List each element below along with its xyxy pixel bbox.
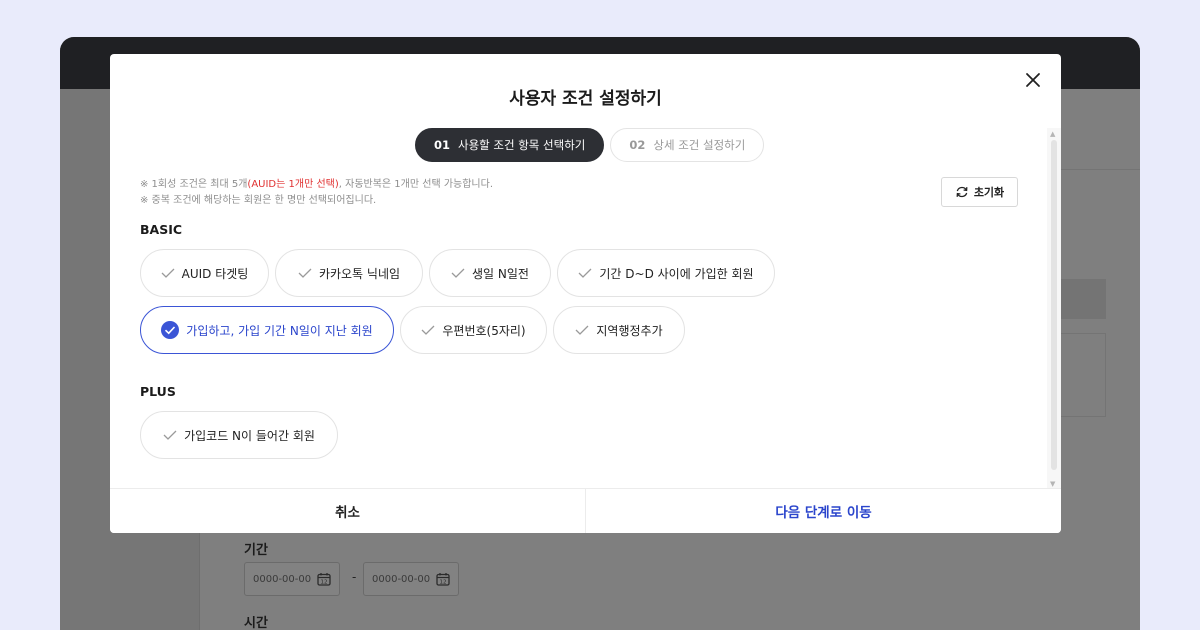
scrollbar[interactable]: ▲ ▼ xyxy=(1047,128,1061,490)
calendar-day: 12 xyxy=(321,580,328,586)
scroll-thumb[interactable] xyxy=(1051,140,1057,470)
chip-postal-code[interactable]: 우편번호(5자리) xyxy=(400,306,547,354)
chip-label: 지역행정추가 xyxy=(596,323,663,338)
calendar-icon: 12 xyxy=(317,573,331,586)
chip-label: 가입하고, 가입 기간 N일이 지난 회원 xyxy=(186,323,373,338)
chip-label: 기간 D~D 사이에 가입한 회원 xyxy=(599,266,754,281)
reset-button[interactable]: 초기화 xyxy=(941,177,1018,207)
check-icon xyxy=(161,268,175,278)
calendar-day: 12 xyxy=(440,580,447,586)
time-label: 시간 xyxy=(244,616,268,630)
notice-text-part: ※ 1회성 조건은 최대 5개 xyxy=(140,179,248,190)
chip-auid-targeting[interactable]: AUID 타겟팅 xyxy=(140,249,269,297)
step-number: 01 xyxy=(434,138,451,152)
check-icon xyxy=(163,430,177,440)
calendar-icon: 12 xyxy=(436,573,450,586)
start-date-input[interactable]: 0000-00-00 12 xyxy=(244,562,340,596)
refresh-icon xyxy=(956,186,968,198)
end-date-input[interactable]: 0000-00-00 12 xyxy=(363,562,459,596)
next-step-button[interactable]: 다음 단계로 이동 xyxy=(586,489,1061,533)
scroll-down-arrow-icon[interactable]: ▼ xyxy=(1050,480,1055,488)
notice-text: ※ 1회성 조건은 최대 5개(AUID는 1개만 선택), 자동반복은 1개만… xyxy=(140,177,493,209)
step-label: 상세 조건 설정하기 xyxy=(653,138,746,152)
end-date-placeholder: 0000-00-00 xyxy=(372,573,431,585)
check-icon xyxy=(298,268,312,278)
chip-joined-n-days[interactable]: 가입하고, 가입 기간 N일이 지난 회원 xyxy=(140,306,394,354)
checked-circle-icon xyxy=(161,321,180,339)
chip-region-add[interactable]: 지역행정추가 xyxy=(553,306,685,354)
close-icon xyxy=(1026,73,1040,87)
step-2-tab[interactable]: 02 상세 조건 설정하기 xyxy=(610,128,765,162)
chip-label: AUID 타겟팅 xyxy=(181,266,249,281)
step-indicator: 01 사용할 조건 항목 선택하기 02 상세 조건 설정하기 xyxy=(415,128,765,162)
notice-highlight: (AUID는 1개만 선택) xyxy=(247,179,339,190)
notice-line-2: ※ 중복 조건에 해당하는 회원은 한 명만 선택되어집니다. xyxy=(140,195,377,206)
chip-label: 가입코드 N이 들어간 회원 xyxy=(184,428,315,443)
check-icon xyxy=(421,325,435,335)
chip-joined-between[interactable]: 기간 D~D 사이에 가입한 회원 xyxy=(557,249,775,297)
chip-join-code[interactable]: 가입코드 N이 들어간 회원 xyxy=(140,411,338,459)
step-label: 사용할 조건 항목 선택하기 xyxy=(458,138,586,152)
chip-birthday[interactable]: 생일 N일전 xyxy=(429,249,551,297)
reset-label: 초기화 xyxy=(973,186,1005,199)
date-separator: - xyxy=(352,570,357,584)
modal-title: 사용자 조건 설정하기 xyxy=(509,89,662,109)
condition-modal: 사용자 조건 설정하기 01 사용할 조건 항목 선택하기 02 상세 조건 설… xyxy=(110,54,1061,533)
notice-text-part: , 자동반복은 1개만 선택 가능합니다. xyxy=(338,179,494,190)
chip-label: 우편번호(5자리) xyxy=(442,323,526,338)
step-number: 02 xyxy=(629,138,646,152)
chip-label: 생일 N일전 xyxy=(472,266,529,281)
basic-section-label: BASIC xyxy=(140,222,183,237)
plus-section-label: PLUS xyxy=(140,384,176,399)
check-icon xyxy=(578,268,592,278)
notice-line-1: ※ 1회성 조건은 최대 5개(AUID는 1개만 선택), 자동반복은 1개만… xyxy=(140,177,493,193)
start-date-placeholder: 0000-00-00 xyxy=(253,573,312,585)
period-label: 기간 xyxy=(244,543,268,558)
modal-footer: 취소 다음 단계로 이동 xyxy=(110,488,1061,533)
step-1-tab[interactable]: 01 사용할 조건 항목 선택하기 xyxy=(415,128,605,162)
close-button[interactable] xyxy=(1021,68,1045,92)
check-icon xyxy=(451,268,465,278)
check-icon xyxy=(575,325,589,335)
cancel-button[interactable]: 취소 xyxy=(110,489,586,533)
chip-label: 카카오톡 닉네임 xyxy=(318,266,401,281)
chip-kakao-nickname[interactable]: 카카오톡 닉네임 xyxy=(275,249,423,297)
scroll-up-arrow-icon[interactable]: ▲ xyxy=(1050,130,1055,138)
